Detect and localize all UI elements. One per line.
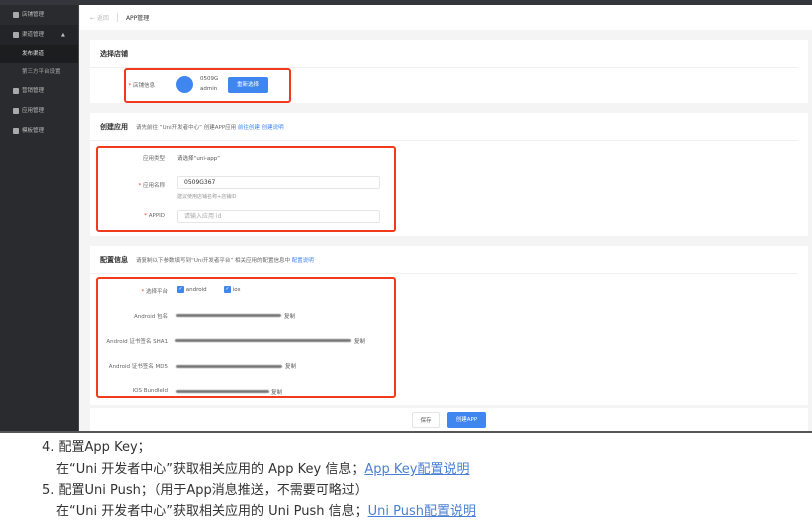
create-guide-link[interactable]: 创建说明 xyxy=(262,125,284,131)
template-icon xyxy=(13,128,19,134)
create-hint: 请先前往 “Uni开发者中心” 创建APP应用 xyxy=(136,124,237,131)
save-button[interactable]: 保存 xyxy=(412,412,440,428)
channel-icon xyxy=(13,32,19,38)
step4-heading: 4. 配置App Key； xyxy=(42,440,151,455)
config-hint: 请复制以下参数填写到“Uni开发者平台” 相关应用的配置信息中 xyxy=(136,257,290,264)
create-title: 创建应用 xyxy=(100,122,128,131)
sidebar-item-channel[interactable]: 渠道管理 ▲ xyxy=(0,25,78,45)
uni-push-guide-link[interactable]: Uni Push配置说明 xyxy=(368,504,476,519)
sidebar-item-apps[interactable]: 应用管理 xyxy=(0,101,78,121)
header: ← 返回 APP管理 xyxy=(80,5,812,30)
highlight-box xyxy=(96,277,396,398)
sidebar-label: 营销管理 xyxy=(22,88,45,94)
sidebar-label: 应用管理 xyxy=(22,108,45,114)
config-guide-link[interactable]: 配置说明 xyxy=(292,258,314,264)
step5-text: 在“Uni 开发者中心”获取相关应用的 Uni Push 信息；Uni Push… xyxy=(56,504,476,519)
step4-text: 在“Uni 开发者中心”获取相关应用的 App Key 信息；App Key配置… xyxy=(56,462,470,477)
config-title: 配置信息 xyxy=(100,255,128,264)
sidebar-sub-publish[interactable]: 发布渠道 xyxy=(0,45,78,63)
sidebar-sub-thirdparty[interactable]: 第三方平台设置 xyxy=(0,63,78,81)
app-key-guide-link[interactable]: App Key配置说明 xyxy=(364,462,469,477)
store-title: 选择店铺 xyxy=(90,40,798,68)
sidebar-label: 渠道管理 xyxy=(22,32,45,38)
go-create-link[interactable]: 前往创建 xyxy=(238,125,260,131)
sidebar-item-templates[interactable]: 模板管理 xyxy=(0,121,78,141)
step5-heading: 5. 配置Uni Push；（用于App消息推送，不需要可略过） xyxy=(42,483,368,498)
page-title: APP管理 xyxy=(125,15,150,22)
sidebar-label: 店铺管理 xyxy=(22,12,45,18)
highlight-box xyxy=(124,68,291,103)
apps-icon xyxy=(13,108,19,114)
back-button[interactable]: ← 返回 xyxy=(90,13,118,22)
sidebar-label: 模板管理 xyxy=(22,128,45,134)
marketing-icon xyxy=(13,88,19,94)
store-icon xyxy=(13,12,19,18)
create-app-button[interactable]: 创建APP xyxy=(447,412,486,428)
highlight-box xyxy=(96,146,396,232)
sidebar-item-store[interactable]: 店铺管理 xyxy=(0,5,78,25)
embedded-screenshot: 店铺管理 渠道管理 ▲ 发布渠道 第三方平台设置 营销管理 应用管理 模板管理 ←… xyxy=(0,0,812,433)
chevron-up-icon: ▲ xyxy=(61,32,65,38)
